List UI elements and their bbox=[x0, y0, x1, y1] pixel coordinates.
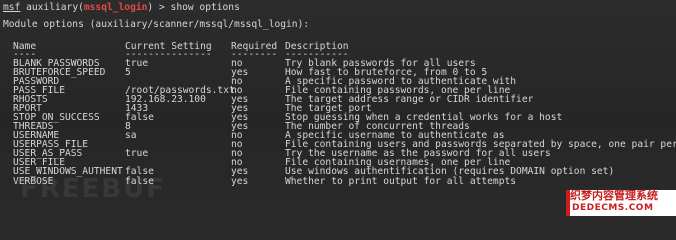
badge-bottom-text: DEDECMS.COM bbox=[572, 203, 654, 213]
badge-top-text: 织梦内容管理系统 bbox=[570, 189, 658, 202]
option-current-setting: 5 bbox=[125, 66, 131, 78]
option-required: yes bbox=[231, 175, 249, 187]
prompt-arrow: > bbox=[158, 2, 165, 13]
prompt-module-name: mssql_login bbox=[83, 2, 148, 13]
option-description: Whether to print output for all attempts bbox=[285, 175, 517, 187]
terminal-window[interactable]: msf auxiliary(mssql_login) > show option… bbox=[0, 0, 676, 216]
option-current-setting: true bbox=[125, 148, 149, 160]
prompt-tool: msf bbox=[3, 2, 21, 13]
freebuf-watermark: FREEBUF bbox=[20, 174, 166, 204]
dedecms-badge: 织梦内容管理系统 DEDECMS.COM bbox=[566, 190, 676, 216]
option-current-setting: sa bbox=[125, 130, 137, 142]
command-prompt-line: msf auxiliary(mssql_login) > show option… bbox=[3, 2, 240, 13]
prompt-word: auxiliary bbox=[26, 2, 79, 13]
prompt-command: show options bbox=[170, 2, 240, 13]
module-options-header: Module options (auxiliary/scanner/mssql/… bbox=[3, 19, 310, 30]
